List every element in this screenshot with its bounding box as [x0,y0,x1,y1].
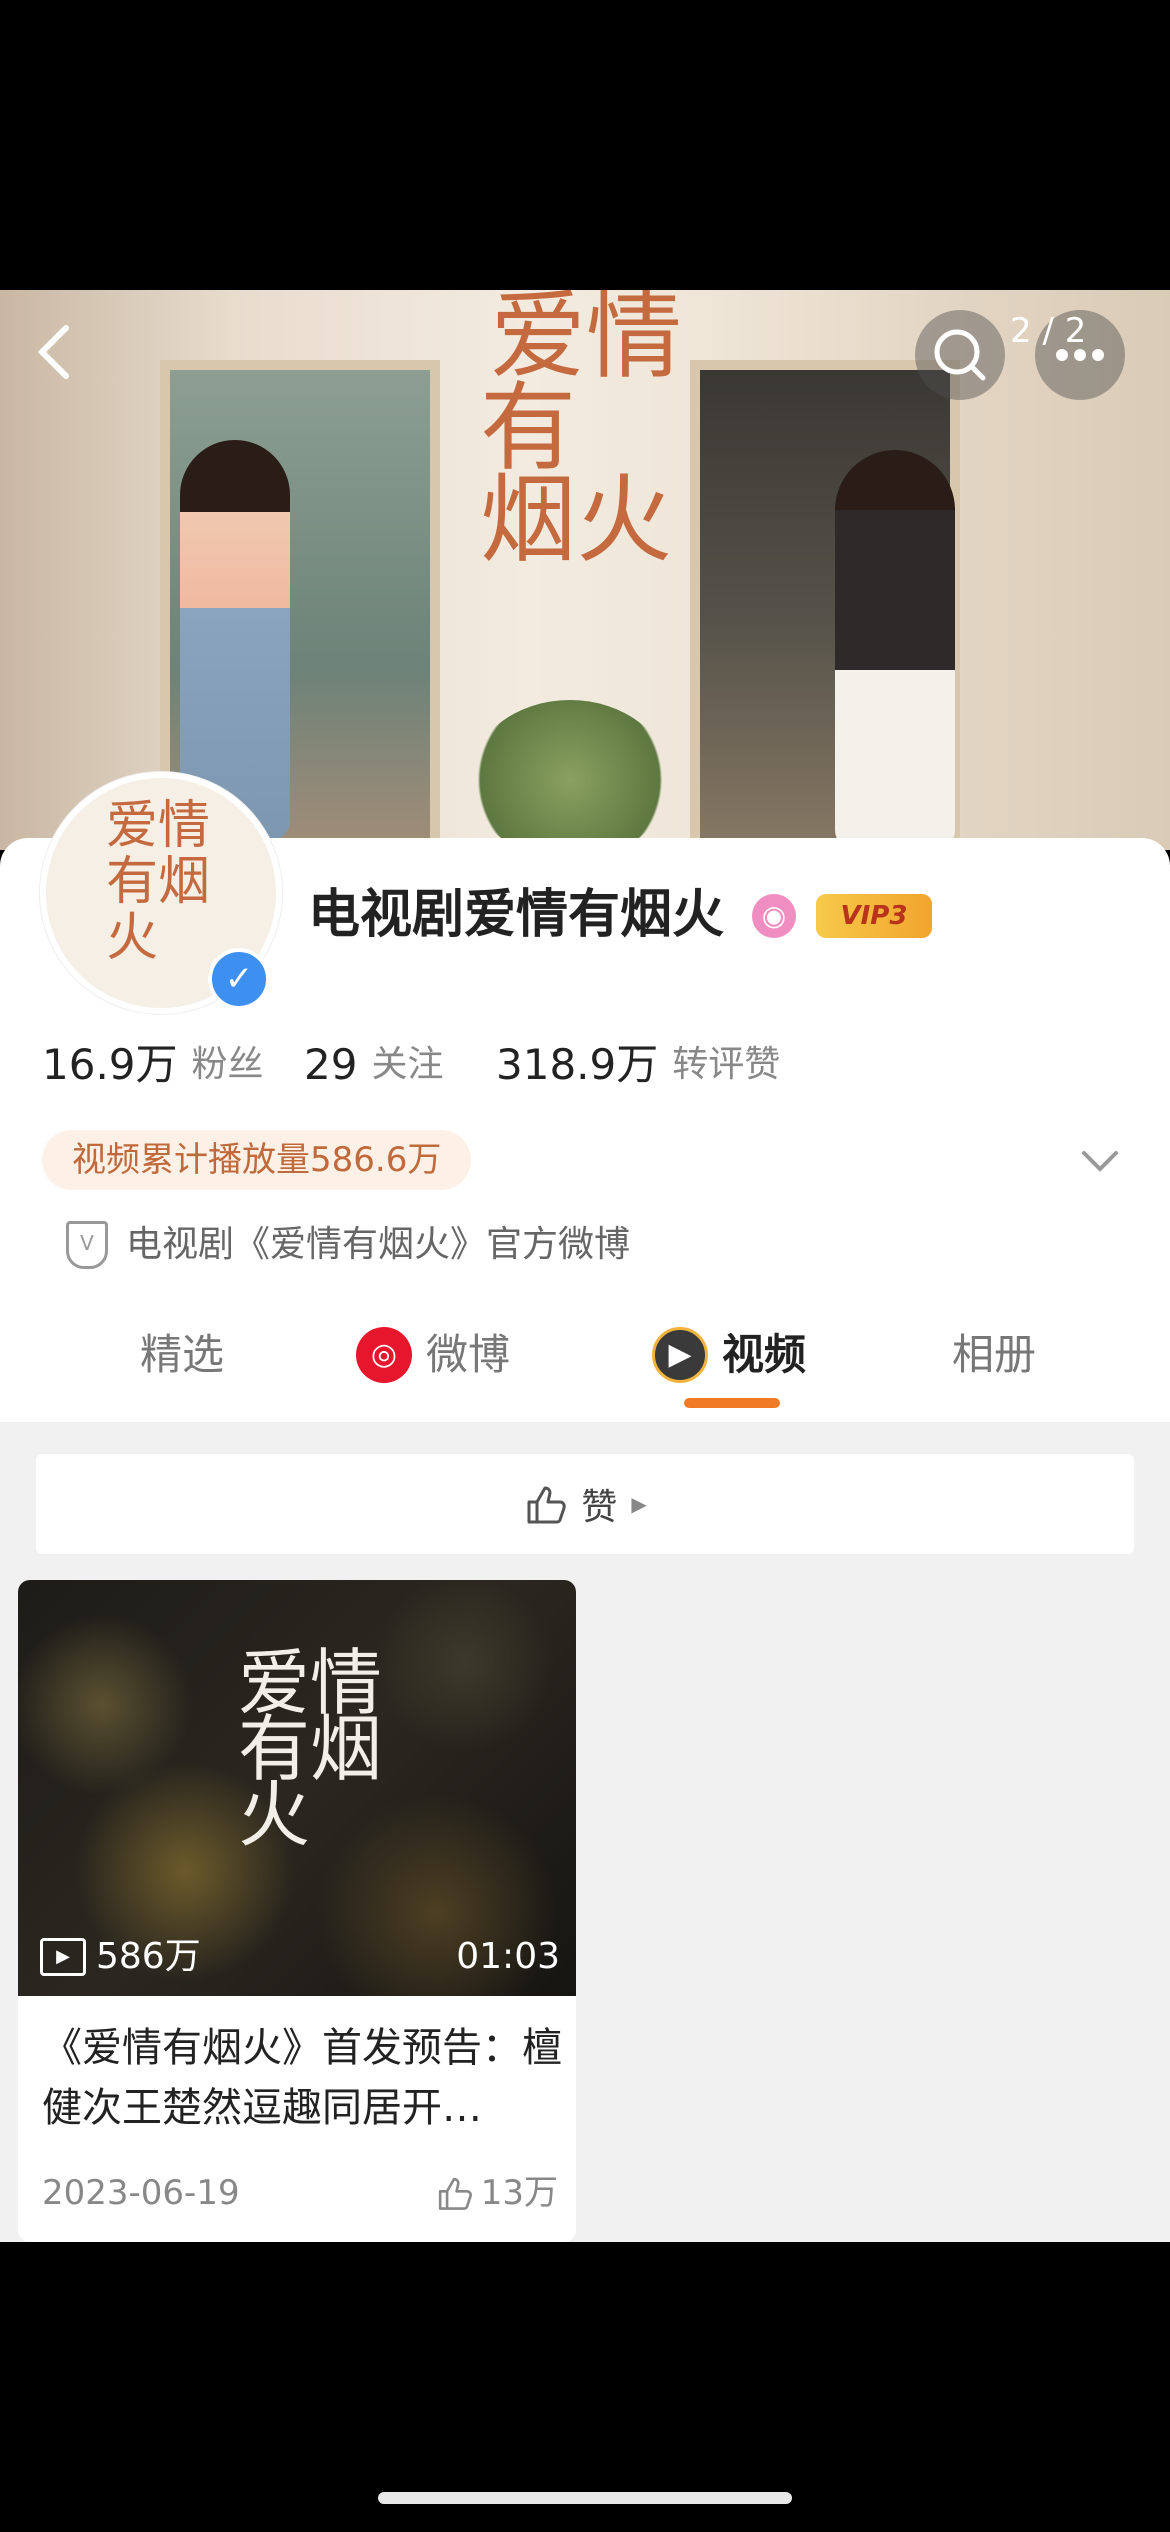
video-likes[interactable]: 13万 [435,2168,558,2218]
video-thumbnail-title: 爱情有烟火 [238,1641,383,1857]
shield-icon: V [66,1221,108,1269]
official-text: 电视剧《爱情有烟火》官方微博 [126,1224,631,1265]
video-title[interactable]: 《爱情有烟火》首发预告：檀健次王楚然逗趣同居开… [42,2018,562,2138]
play-icon: ▶ [40,1938,86,1976]
home-indicator[interactable] [378,2492,792,2504]
like-filter-label: 赞 [581,1487,618,1528]
tab-album[interactable]: 相册 [952,1320,1036,1390]
profile-name: 电视剧爱情有烟火 [308,885,725,945]
official-account-info: V 电视剧《爱情有烟火》官方微博 [66,1220,630,1270]
video-card[interactable]: 爱情有烟火 ▶ 586万 01:03 《爱情有烟火》首发预告：檀健次王楚然逗趣同… [18,1580,576,2242]
video-date: 2023-06-19 [42,2173,240,2213]
thumbs-up-icon [527,1486,567,1524]
caret-right-icon: ▶ [631,1492,647,1516]
banner-actor [835,450,955,850]
like-filter-bar[interactable]: 赞 ▶ [36,1454,1134,1554]
thumbs-up-icon [438,2177,472,2210]
expand-button[interactable] [1080,1140,1120,1180]
video-thumbnail[interactable]: 爱情有烟火 ▶ 586万 01:03 [18,1580,576,1996]
tab-weibo[interactable]: ◎ 微博 [356,1320,510,1390]
video-duration: 01:03 [456,1936,560,1977]
member-badge-icon[interactable]: ◉ [752,894,796,938]
tab-featured[interactable]: 精选 [140,1320,224,1390]
video-views: ▶ 586万 [40,1932,201,1982]
banner-plant [470,700,670,850]
search-icon [934,329,986,381]
chevron-down-icon [1082,1151,1118,1172]
tab-video[interactable]: ▶ 视频 [652,1320,806,1390]
back-button[interactable] [30,322,90,382]
video-tab-icon: ▶ [652,1327,708,1383]
search-button[interactable] [915,310,1005,400]
video-plays-tag[interactable]: 视频累计播放量586.6万 [42,1130,472,1190]
page-indicator: 2 / 2 [1010,311,1087,351]
stat-following[interactable]: 29 关注 [304,1035,443,1095]
stat-engagement[interactable]: 318.9万 转评赞 [496,1035,780,1095]
weibo-icon: ◎ [356,1327,412,1383]
vip-badge[interactable]: VIP3 [816,894,932,938]
chevron-left-icon [37,325,69,379]
active-tab-indicator [684,1398,780,1408]
stat-followers[interactable]: 16.9万 粉丝 [42,1035,264,1095]
banner-title: 爱情 有 烟火 [480,290,682,576]
verified-icon: ✓ [208,948,270,1010]
